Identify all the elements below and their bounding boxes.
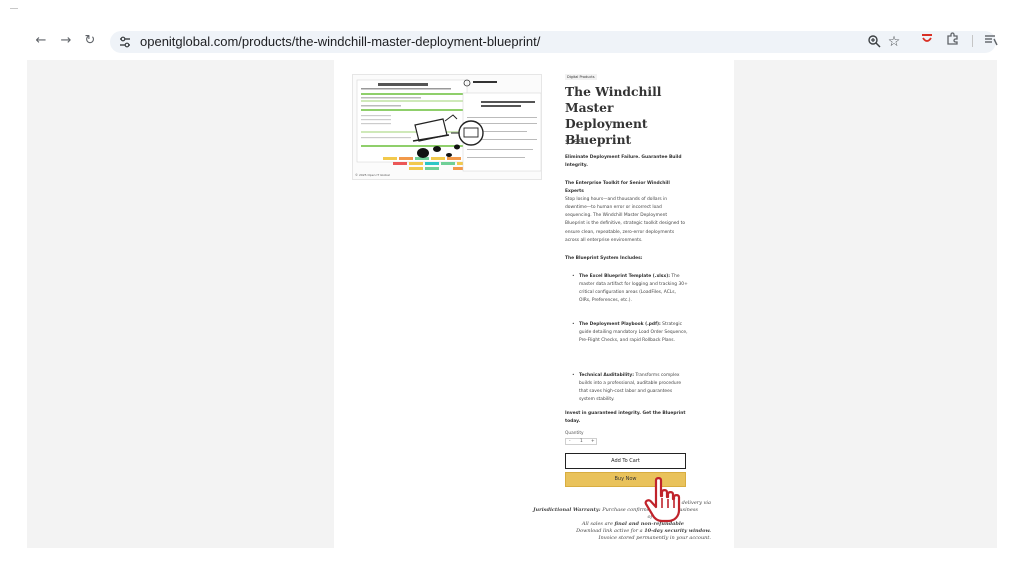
includes-heading: The Blueprint System Includes: [565, 256, 643, 261]
image-copyright: © 2025 Open IT Global [355, 173, 390, 177]
quantity-label: Quantity [565, 431, 584, 436]
includes-list: The Excel Blueprint Template (.xlsx): Th… [572, 273, 688, 420]
product-price: $799 [565, 138, 583, 146]
jurisdiction-note: of Panama [374, 514, 675, 521]
reading-list-icon[interactable] [982, 32, 1000, 50]
bookmark-star-icon[interactable]: ☆ [886, 34, 902, 50]
page-viewport: © 2025 Open IT Global Digital Products T… [27, 60, 997, 548]
window-control[interactable] [10, 8, 18, 9]
back-icon[interactable]: ← [32, 32, 50, 50]
qty-decrease-button[interactable]: - [569, 439, 571, 444]
product-image[interactable]: © 2025 Open IT Global [352, 74, 542, 180]
list-item: The Deployment Playbook (.pdf): Strategi… [572, 321, 688, 372]
puzzle-icon[interactable] [944, 32, 962, 50]
product-title: The Windchill Master Deployment Blueprin… [565, 84, 662, 147]
list-item: The Excel Blueprint Template (.xlsx): Th… [572, 273, 688, 321]
zoom-icon[interactable] [866, 34, 882, 50]
quantity-stepper[interactable]: - 1 + [565, 438, 597, 445]
qty-value[interactable]: 1 [580, 439, 583, 444]
download-note: Download link active for a 10-day securi… [576, 528, 711, 534]
reload-icon[interactable]: ↻ [81, 32, 99, 50]
product-cta: Invest in guaranteed integrity. Get the … [565, 411, 686, 425]
product-image-illustration [353, 75, 541, 179]
add-to-cart-button[interactable]: Add To Cart [565, 453, 686, 469]
category-badge[interactable]: Digital Products [565, 74, 597, 80]
refund-note: All sales are final and non-refundable [581, 521, 684, 527]
product-card: © 2025 Open IT Global Digital Products T… [334, 60, 734, 548]
product-intro: The Enterprise Toolkit for Senior Windch… [565, 181, 686, 243]
toolbar-divider [972, 35, 973, 47]
product-tagline: Eliminate Deployment Failure. Guarantee … [565, 155, 682, 169]
hand-pointer-icon [644, 477, 681, 523]
invoice-note: Invoice stored permanently in your accou… [598, 535, 711, 541]
extension-icon[interactable] [918, 32, 936, 50]
forward-icon[interactable]: → [57, 32, 75, 50]
site-settings-icon[interactable] [118, 35, 132, 49]
browser-toolbar: ← → ↻ openitglobal.com/products/the-wind… [0, 0, 1024, 60]
address-bar[interactable]: openitglobal.com/products/the-windchill-… [110, 31, 996, 53]
url-text[interactable]: openitglobal.com/products/the-windchill-… [140, 34, 540, 50]
qty-increase-button[interactable]: + [591, 439, 595, 444]
